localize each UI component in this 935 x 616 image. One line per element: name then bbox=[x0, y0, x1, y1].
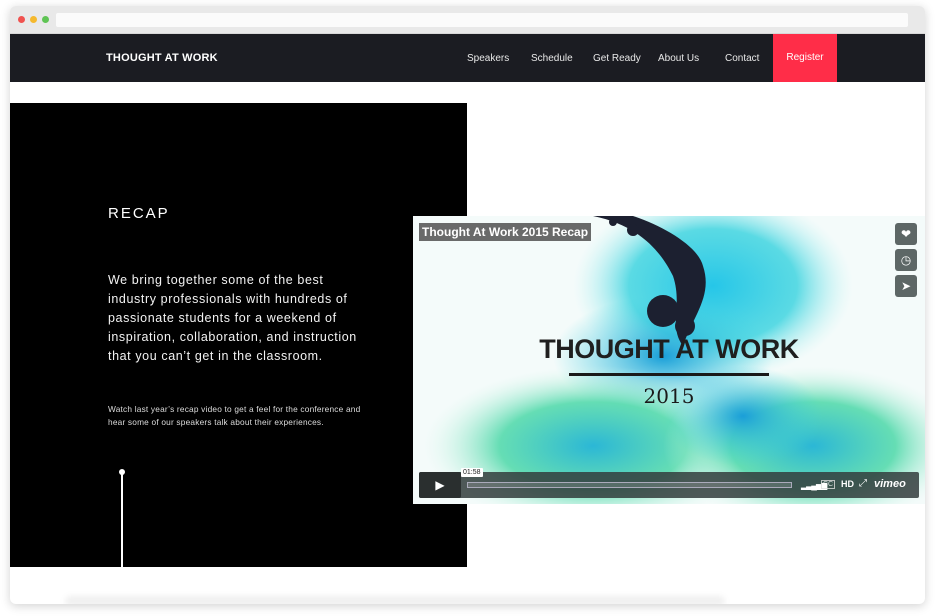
video-player[interactable]: Thought At Work 2015 Recap ❤ ◷ ➤ THOUGHT… bbox=[413, 216, 925, 504]
video-brand-title: THOUGHT AT WORK bbox=[539, 334, 799, 364]
minimize-window-icon[interactable] bbox=[30, 16, 37, 23]
recap-panel: RECAP We bring together some of the best… bbox=[10, 103, 467, 567]
video-title[interactable]: Thought At Work 2015 Recap bbox=[419, 223, 592, 241]
top-nav: THOUGHT AT WORK Speakers Schedule Get Re… bbox=[10, 34, 925, 82]
browser-window: THOUGHT AT WORK Speakers Schedule Get Re… bbox=[10, 6, 925, 604]
nav-item-schedule[interactable]: Schedule bbox=[531, 53, 573, 64]
vimeo-logo[interactable]: vimeo bbox=[874, 478, 906, 490]
paper-plane-icon[interactable]: ➤ bbox=[895, 275, 917, 297]
address-bar[interactable] bbox=[56, 13, 908, 27]
site-logo[interactable]: THOUGHT AT WORK bbox=[106, 52, 218, 64]
maximize-window-icon[interactable] bbox=[42, 16, 49, 23]
captions-icon[interactable]: CC bbox=[821, 480, 836, 489]
recap-heading: RECAP bbox=[108, 205, 170, 222]
video-time-label: 01:58 bbox=[461, 468, 483, 477]
section-divider-shadow bbox=[65, 596, 725, 604]
nav-item-get-ready[interactable]: Get Ready bbox=[593, 53, 641, 64]
timeline-line bbox=[121, 473, 123, 567]
video-brand-year: 2015 bbox=[643, 384, 695, 408]
recap-lead-text: We bring together some of the best indus… bbox=[108, 273, 357, 363]
fullscreen-icon[interactable]: ⤢ bbox=[859, 478, 867, 489]
video-brand-rule bbox=[569, 373, 769, 376]
heart-icon[interactable]: ❤ bbox=[895, 223, 917, 245]
register-button[interactable]: Register bbox=[773, 34, 837, 82]
nav-item-about-us[interactable]: About Us bbox=[658, 53, 699, 64]
browser-chrome bbox=[10, 6, 925, 34]
video-controls: ▶ 01:58 ▂▃▄▅▆ CC HD ⤢ vimeo bbox=[419, 468, 919, 498]
nav-item-contact[interactable]: Contact bbox=[725, 53, 759, 64]
hd-toggle[interactable]: HD bbox=[841, 479, 854, 489]
close-window-icon[interactable] bbox=[18, 16, 25, 23]
nav-item-speakers[interactable]: Speakers bbox=[467, 53, 509, 64]
video-progress-track[interactable] bbox=[467, 482, 792, 488]
clock-icon[interactable]: ◷ bbox=[895, 249, 917, 271]
recap-description: Watch last year’s recap video to get a f… bbox=[108, 404, 361, 427]
play-icon[interactable]: ▶ bbox=[419, 472, 461, 498]
